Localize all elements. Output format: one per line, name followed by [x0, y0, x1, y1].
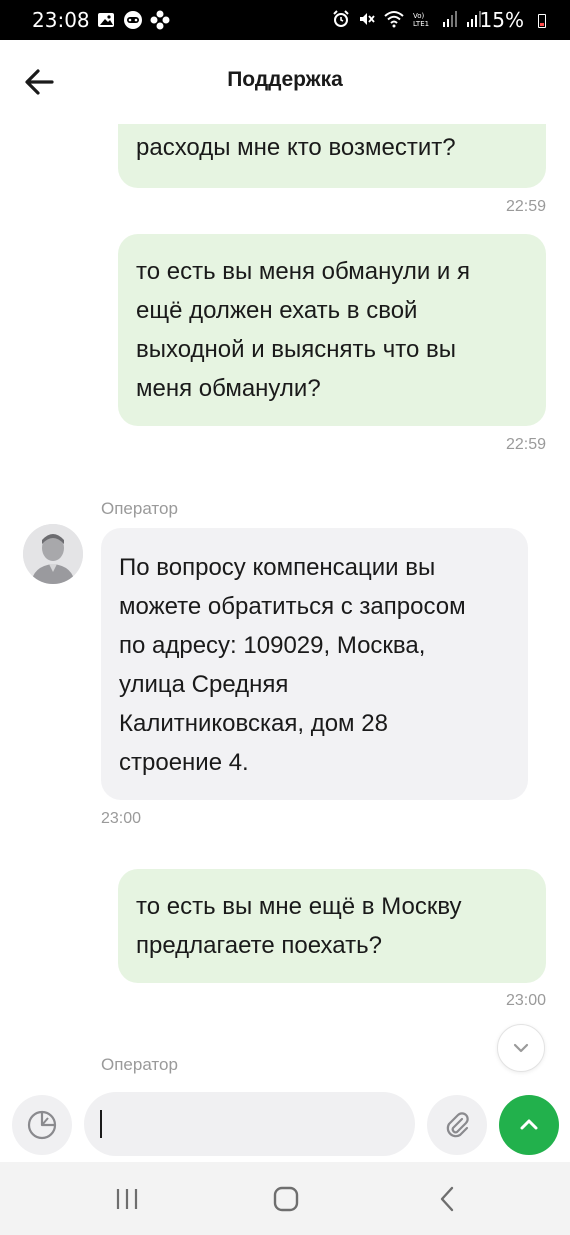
- status-time: 23:08: [32, 8, 90, 32]
- svg-text:LTE1: LTE1: [413, 20, 429, 28]
- message-text-line: то есть вы меня обманули и я: [136, 258, 470, 285]
- message-bubble-incoming: По вопросу компенсации вы можете обратит…: [101, 528, 528, 800]
- message-time: 23:00: [101, 810, 142, 827]
- status-icons-left: [96, 10, 170, 30]
- message-text-line: то есть вы мне ещё в Москву: [136, 893, 462, 920]
- message-text-line: улица Средняя: [119, 671, 289, 698]
- message-time: 22:59: [505, 198, 546, 215]
- message-text-line: Калитниковская, дом 28: [119, 710, 388, 737]
- page-title: Поддержка: [227, 68, 343, 91]
- message-time: 22:59: [505, 436, 546, 453]
- alarm-icon: [333, 10, 349, 27]
- chevron-up-icon: [520, 1119, 538, 1130]
- sender-name: Оператор: [101, 1055, 178, 1074]
- status-bar: 23:08 Vo) LTE1 15%: [0, 0, 570, 40]
- home-icon: [273, 1186, 299, 1212]
- message-bubble-outgoing: то есть вы мне ещё в Москву предлагаете …: [118, 869, 546, 983]
- message-bubble-outgoing: расходы мне кто возместит?: [118, 124, 546, 188]
- chevron-down-icon: [513, 1043, 529, 1053]
- system-navigation-bar: [0, 1162, 570, 1235]
- svg-text:Vo): Vo): [413, 12, 425, 20]
- sender-name: Оператор: [101, 499, 178, 518]
- recent-apps-button[interactable]: [107, 1184, 147, 1214]
- app-icon: [150, 10, 170, 30]
- sticker-button[interactable]: [12, 1095, 72, 1155]
- message-text-line: По вопросу компенсации вы: [119, 554, 436, 581]
- chevron-left-icon: [440, 1186, 454, 1212]
- app-header: Поддержка: [0, 40, 570, 124]
- message-input[interactable]: [84, 1092, 415, 1156]
- message-text-line: расходы мне кто возместит?: [136, 134, 456, 161]
- message-text-line: предлагаете поехать?: [136, 932, 382, 959]
- battery-icon: [538, 14, 546, 28]
- text-cursor: [100, 1110, 102, 1138]
- user-avatar-icon: [23, 524, 83, 584]
- home-button[interactable]: [266, 1184, 306, 1214]
- battery-percent: 15%: [479, 8, 524, 32]
- scroll-to-bottom-button[interactable]: [497, 1024, 545, 1072]
- message-text-line: можете обратиться с запросом: [119, 593, 466, 620]
- recent-apps-icon: [116, 1189, 138, 1209]
- mute-icon: [360, 13, 375, 25]
- message-text-line: по адресу: 109029, Москва,: [119, 632, 426, 659]
- wifi-icon: [384, 11, 404, 28]
- sticker-icon: [27, 1110, 57, 1140]
- send-button[interactable]: [499, 1095, 559, 1155]
- message-text-line: строение 4.: [119, 749, 249, 776]
- system-back-button[interactable]: [428, 1184, 468, 1214]
- avatar: [23, 524, 83, 584]
- volte-icon: Vo)LTE1: [413, 12, 429, 28]
- gamepad-icon: [124, 11, 142, 29]
- message-text-line: меня обманули?: [136, 375, 321, 402]
- attach-button[interactable]: [427, 1095, 487, 1155]
- message-text-line: ещё должен ехать в свой: [136, 297, 418, 324]
- signal-icon: [443, 11, 457, 27]
- chat-messages[interactable]: расходы мне кто возместит? 22:59 то есть…: [0, 124, 570, 1090]
- paperclip-icon: [446, 1112, 469, 1138]
- message-composer: [0, 1090, 570, 1162]
- status-icons-right: Vo) LTE1: [332, 10, 482, 28]
- message-bubble-outgoing: то есть вы меня обманули и я ещё должен …: [118, 234, 546, 426]
- message-time: 23:00: [505, 992, 546, 1009]
- message-text-line: выходной и выяснять что вы: [136, 336, 456, 363]
- gallery-icon: [98, 13, 114, 27]
